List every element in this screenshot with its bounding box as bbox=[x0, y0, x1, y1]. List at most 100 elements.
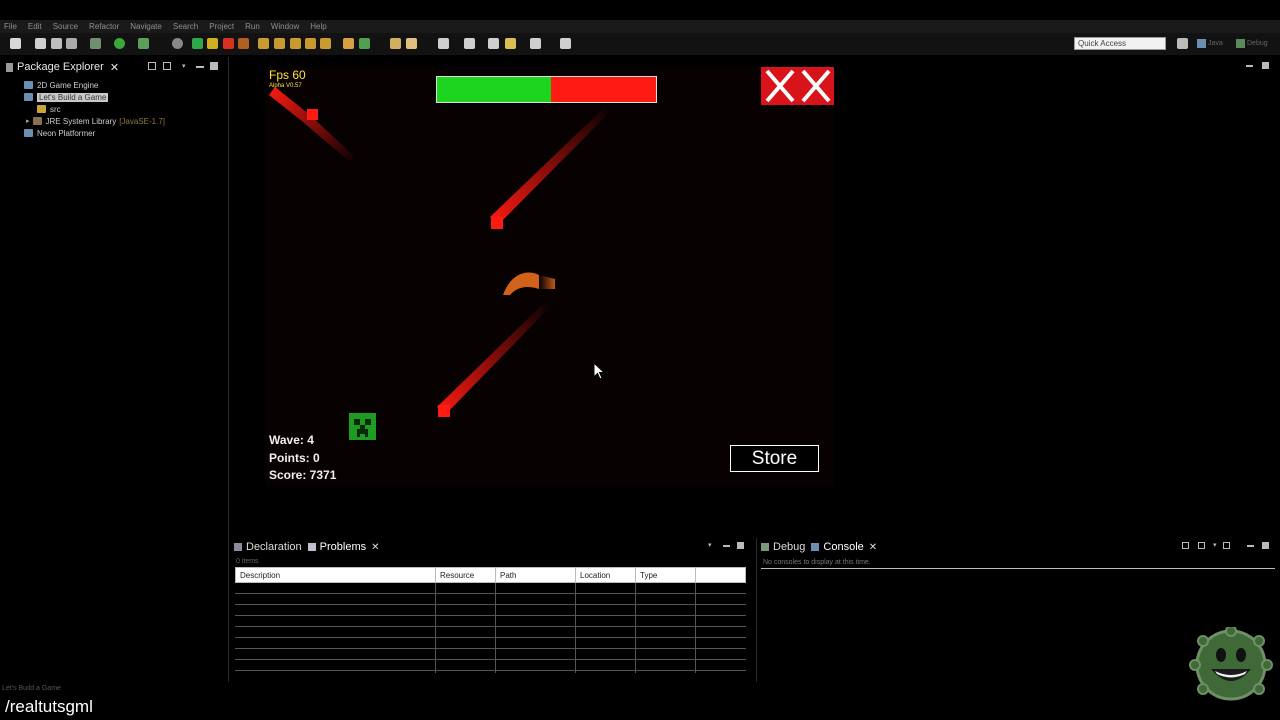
version-label: Alpha V0.57 bbox=[269, 83, 302, 89]
tab-console[interactable]: Console ✕ bbox=[811, 541, 877, 553]
menu-project[interactable]: Project bbox=[209, 22, 234, 31]
no-consoles-message: No consoles to display at this time. bbox=[763, 559, 871, 566]
menu-source[interactable]: Source bbox=[53, 22, 78, 31]
search-icon[interactable] bbox=[406, 38, 417, 49]
view-menu-icon[interactable]: ▾ bbox=[182, 62, 190, 70]
minimize-icon[interactable] bbox=[196, 66, 204, 68]
debug-icon[interactable] bbox=[114, 38, 125, 49]
debug-perspective-label: Debug bbox=[1247, 40, 1268, 47]
tab-declaration[interactable]: Declaration bbox=[234, 541, 302, 553]
store-button[interactable]: Store bbox=[730, 445, 819, 472]
tree-item-src[interactable]: src bbox=[37, 103, 61, 115]
maximize-icon[interactable] bbox=[1262, 542, 1269, 549]
terminate-icon[interactable] bbox=[223, 38, 234, 49]
column-path[interactable]: Path bbox=[496, 568, 576, 584]
drop-to-frame-icon[interactable] bbox=[305, 38, 316, 49]
table-row bbox=[235, 615, 746, 616]
column-divider bbox=[695, 583, 696, 673]
disconnect-icon[interactable] bbox=[238, 38, 249, 49]
editor-minimize-icon[interactable] bbox=[1246, 65, 1253, 67]
tree-item-lets-build-a-game[interactable]: Let's Build a Game bbox=[24, 91, 109, 103]
column-divider bbox=[435, 583, 436, 673]
package-explorer-icon bbox=[6, 62, 13, 72]
link-with-editor-icon[interactable] bbox=[163, 62, 171, 70]
maximize-icon[interactable] bbox=[737, 542, 744, 549]
forward-icon[interactable] bbox=[530, 38, 541, 49]
tree-item-2d-game-engine[interactable]: 2D Game Engine bbox=[24, 79, 98, 91]
menu-run[interactable]: Run bbox=[245, 22, 260, 31]
quick-access-input[interactable]: Quick Access bbox=[1074, 37, 1166, 50]
new-icon[interactable] bbox=[10, 38, 21, 49]
close-icon[interactable]: ✕ bbox=[110, 61, 119, 74]
table-row bbox=[235, 626, 746, 627]
tree-item-label: 2D Game Engine bbox=[37, 80, 99, 90]
pin-editor-icon[interactable] bbox=[560, 38, 571, 49]
package-explorer-title[interactable]: Package Explorer bbox=[17, 61, 104, 73]
minimize-icon[interactable] bbox=[723, 545, 730, 547]
view-menu-icon[interactable]: ▾ bbox=[708, 542, 715, 549]
project-icon bbox=[24, 129, 33, 137]
close-icon[interactable]: ✕ bbox=[371, 542, 379, 553]
menu-window[interactable]: Window bbox=[271, 22, 299, 31]
menu-navigate[interactable]: Navigate bbox=[130, 22, 162, 31]
build-icon[interactable] bbox=[90, 38, 101, 49]
menu-edit[interactable]: Edit bbox=[28, 22, 42, 31]
debug-perspective-button[interactable]: Debug bbox=[1236, 37, 1268, 50]
column-description[interactable]: Description bbox=[236, 568, 436, 584]
step-into-icon[interactable] bbox=[258, 38, 269, 49]
display-console-icon[interactable] bbox=[1198, 542, 1205, 549]
maximize-icon[interactable] bbox=[210, 62, 218, 70]
open-console-icon[interactable] bbox=[1223, 542, 1230, 549]
tree-item-jre-system-library[interactable]: ▸ JRE System Library [JavaSE-1.7] bbox=[26, 115, 165, 127]
resume-icon[interactable] bbox=[192, 38, 203, 49]
minimize-icon[interactable] bbox=[1247, 545, 1254, 547]
menu-help[interactable]: Help bbox=[310, 22, 326, 31]
item-count: 0 items bbox=[236, 558, 259, 565]
next-annotation-icon[interactable] bbox=[464, 38, 475, 49]
skip-breakpoints-icon[interactable] bbox=[172, 38, 183, 49]
mouse-cursor-icon bbox=[593, 362, 605, 380]
print-icon[interactable] bbox=[66, 38, 77, 49]
menu-refactor[interactable]: Refactor bbox=[89, 22, 119, 31]
open-type-icon[interactable] bbox=[343, 38, 354, 49]
tree-item-neon-platformer[interactable]: Neon Platformer bbox=[24, 127, 95, 139]
java-perspective-button[interactable]: Java bbox=[1197, 37, 1223, 50]
problems-panel: Declaration Problems ✕ ▾ 0 items Descrip… bbox=[230, 538, 750, 682]
wave-label: Wave: 4 bbox=[269, 433, 314, 447]
pin-console-icon[interactable] bbox=[1182, 542, 1189, 549]
open-task-icon[interactable] bbox=[390, 38, 401, 49]
suspend-icon[interactable] bbox=[207, 38, 218, 49]
tab-label: Declaration bbox=[246, 541, 302, 553]
annotation-icon[interactable] bbox=[438, 38, 449, 49]
editor-maximize-icon[interactable] bbox=[1262, 62, 1269, 69]
tab-label: Console bbox=[823, 541, 864, 553]
view-menu-icon[interactable]: ▾ bbox=[1213, 542, 1220, 549]
tab-debug[interactable]: Debug bbox=[761, 541, 805, 553]
game-window[interactable]: Fps 60 Alpha V0.57 Wave: 4 Points: 0 Sco… bbox=[265, 67, 834, 487]
step-over-icon[interactable] bbox=[274, 38, 285, 49]
use-step-filters-icon[interactable] bbox=[320, 38, 331, 49]
save-icon[interactable] bbox=[35, 38, 46, 49]
table-row bbox=[235, 659, 746, 660]
save-all-icon[interactable] bbox=[51, 38, 62, 49]
column-resource[interactable]: Resource bbox=[436, 568, 496, 584]
back-icon[interactable] bbox=[505, 38, 516, 49]
project-icon bbox=[24, 81, 33, 89]
collapse-all-icon[interactable] bbox=[148, 62, 156, 70]
expand-arrow-icon[interactable]: ▸ bbox=[26, 117, 30, 125]
column-type[interactable]: Type bbox=[636, 568, 696, 584]
health-bar bbox=[436, 76, 657, 103]
column-divider bbox=[495, 583, 496, 673]
open-perspective-icon[interactable] bbox=[1177, 38, 1188, 49]
player-ship bbox=[503, 272, 555, 295]
last-edit-icon[interactable] bbox=[488, 38, 499, 49]
step-return-icon[interactable] bbox=[290, 38, 301, 49]
run-icon[interactable] bbox=[138, 38, 149, 49]
menu-file[interactable]: File bbox=[4, 22, 17, 31]
column-location[interactable]: Location bbox=[576, 568, 636, 584]
tab-problems[interactable]: Problems ✕ bbox=[307, 541, 380, 553]
close-icon[interactable]: ✕ bbox=[869, 542, 877, 553]
menu-search[interactable]: Search bbox=[173, 22, 198, 31]
enemy-boss-x bbox=[761, 67, 834, 105]
new-package-icon[interactable] bbox=[359, 38, 370, 49]
